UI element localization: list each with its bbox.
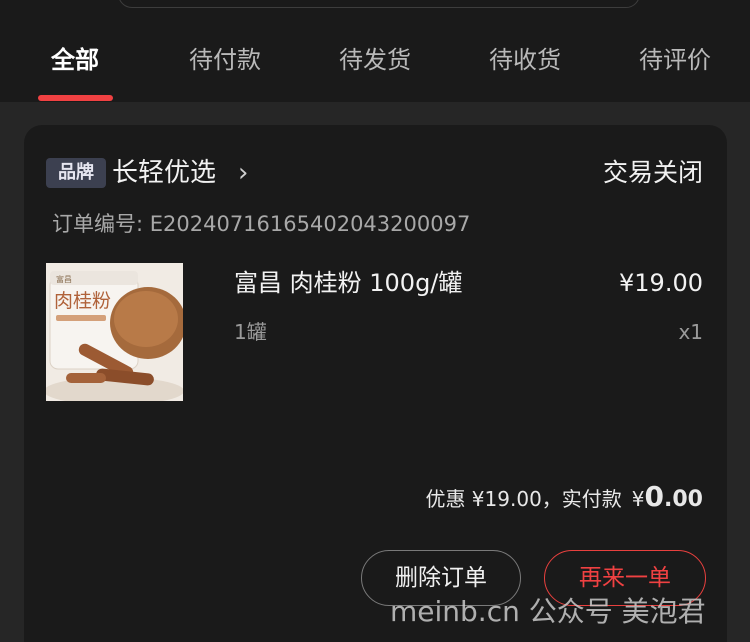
order-number: 订单编号: E20240716165402043200097 [52, 212, 471, 236]
tab-all[interactable]: 全部 [20, 38, 130, 82]
cinnamon-jar-image: 富昌 肉桂粉 [46, 263, 183, 401]
paid-currency-symbol: ¥ [631, 487, 645, 511]
product-title[interactable]: 富昌 肉桂粉 100g/罐 [234, 265, 462, 301]
delete-order-button[interactable]: 删除订单 [361, 550, 521, 606]
buy-again-button[interactable]: 再来一单 [544, 550, 706, 606]
order-card[interactable]: 品牌 长轻优选 › 交易关闭 订单编号: E202407161654020432… [24, 125, 727, 642]
product-price: ¥19.00 [619, 269, 703, 297]
paid-amount-integer: 0 [644, 480, 665, 513]
active-tab-indicator [38, 95, 113, 101]
product-image[interactable]: 富昌 肉桂粉 [46, 263, 183, 401]
tab-pending-review[interactable]: 待评价 [620, 38, 730, 82]
tab-pending-receipt[interactable]: 待收货 [470, 38, 580, 82]
product-quantity: x1 [678, 320, 703, 344]
product-spec: 1罐 [234, 320, 267, 344]
brand-badge: 品牌 [46, 158, 106, 188]
tab-pending-payment[interactable]: 待付款 [170, 38, 280, 82]
discount-text: 优惠 ¥19.00，实付款 [425, 487, 622, 511]
tab-pending-shipment[interactable]: 待发货 [320, 38, 430, 82]
jar-brand-text: 富昌 [56, 274, 72, 284]
chevron-right-icon[interactable]: › [238, 155, 248, 191]
jar-label-text: 肉桂粉 [54, 290, 111, 312]
search-bar-edge[interactable] [118, 0, 640, 8]
paid-amount-decimal: .00 [664, 487, 703, 512]
order-status: 交易关闭 [602, 158, 703, 187]
shop-name[interactable]: 长轻优选 [112, 155, 216, 191]
top-bar: 全部 待付款 待发货 待收货 待评价 [0, 0, 750, 102]
payment-summary: 优惠 ¥19.00，实付款 ¥0.00 [425, 477, 703, 520]
order-tabs: 全部 待付款 待发货 待收货 待评价 [0, 38, 750, 88]
